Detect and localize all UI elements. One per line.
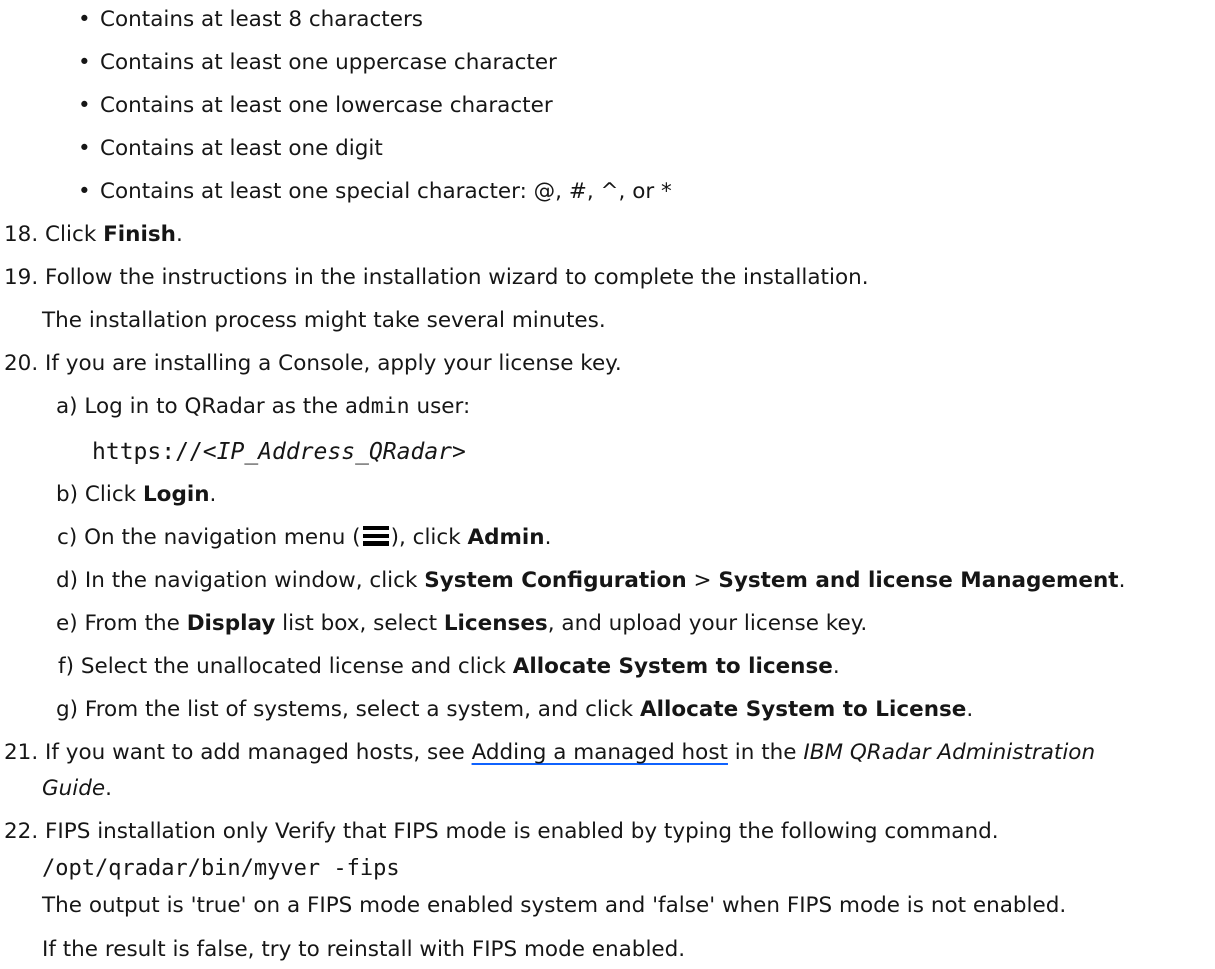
step-text: in the — [727, 740, 804, 765]
bullet: • — [78, 93, 91, 118]
step-21: 21. If you want to add managed hosts, se… — [4, 740, 1095, 766]
guide-title: Guide — [42, 776, 106, 801]
ui-term: Allocate System to License — [639, 697, 967, 722]
substep-text: In the navigation window, click — [84, 568, 425, 593]
substep-text: Log in to QRadar as the — [84, 394, 345, 419]
substep-label: g) — [56, 697, 79, 722]
substep-text: From the list of systems, select a syste… — [84, 697, 640, 722]
punctuation: . — [544, 525, 552, 550]
step-22: 22. FIPS installation only Verify that F… — [4, 819, 999, 845]
guide-title: IBM QRadar Administration — [803, 740, 1096, 765]
ui-term: System and license Management — [718, 568, 1119, 593]
code-admin: admin — [344, 394, 410, 419]
punctuation: . — [175, 222, 183, 247]
fips-output-text: The output is 'true' on a FIPS mode enab… — [42, 893, 1067, 918]
ui-term: Finish — [103, 222, 176, 247]
substep-text: Select the unallocated license and click — [80, 654, 513, 679]
ui-term: Allocate System to license — [512, 654, 833, 679]
step-text: FIPS installation only Verify that FIPS … — [45, 819, 999, 844]
substep-text: user: — [409, 394, 471, 419]
requirement-text: Contains at least one uppercase characte… — [100, 50, 557, 75]
fips-note: If the result is false, try to reinstall… — [42, 937, 686, 962]
step-21-continued: Guide. — [42, 776, 112, 802]
punctuation: . — [832, 654, 840, 679]
substep-text: Click — [84, 482, 143, 507]
substep-c: c) On the navigation menu ( ), click Admi… — [57, 525, 551, 551]
step-number: 22. — [4, 819, 39, 844]
substep-text: On the navigation menu ( — [84, 525, 361, 550]
substep-label: e) — [56, 611, 78, 636]
step-number: 20. — [4, 351, 39, 376]
substep-text: From the — [84, 611, 187, 636]
punctuation: . — [1118, 568, 1126, 593]
ui-term: System Configuration — [424, 568, 687, 593]
list-item: • Contains at least one special character… — [78, 179, 672, 205]
login-url: https://<IP_Address_QRadar> — [92, 439, 466, 467]
list-item: • Contains at least 8 characters — [78, 7, 423, 33]
substep-label: a) — [56, 394, 78, 419]
step-text: Follow the instructions in the installat… — [45, 265, 869, 290]
bullet: • — [78, 179, 91, 204]
list-item: • Contains at least one lowercase charact… — [78, 93, 553, 119]
step-18: 18. Click Finish. — [4, 222, 183, 248]
substep-text: , and upload your license key. — [547, 611, 868, 636]
requirement-text: Contains at least one lowercase characte… — [100, 93, 553, 118]
substep-text: ), click — [390, 525, 468, 550]
substep-f: f) Select the unallocated license and cl… — [58, 654, 840, 680]
substep-e: e) From the Display list box, select Lic… — [56, 611, 867, 637]
step-text: Click — [45, 222, 104, 247]
substep-a: a) Log in to QRadar as the admin user: — [56, 394, 470, 420]
substep-label: b) — [56, 482, 79, 507]
substep-g: g) From the list of systems, select a sy… — [56, 697, 973, 723]
bullet: • — [78, 7, 91, 32]
ui-term: Admin — [467, 525, 545, 550]
punctuation: . — [105, 776, 112, 801]
step-19: 19. Follow the instructions in the insta… — [4, 265, 869, 291]
step-20: 20. If you are installing a Console, app… — [4, 351, 622, 377]
substep-text: list box, select — [275, 611, 444, 636]
ui-term: Login — [142, 482, 210, 507]
step-text: If you want to add managed hosts, see — [45, 740, 472, 765]
bullet: • — [78, 50, 91, 75]
step-number: 19. — [4, 265, 39, 290]
punctuation: . — [209, 482, 217, 507]
step-number: 18. — [4, 222, 39, 247]
adding-managed-host-link[interactable]: Adding a managed host — [472, 740, 728, 765]
requirement-text: Contains at least one digit — [100, 136, 383, 161]
substep-label: c) — [57, 525, 78, 550]
substep-d: d) In the navigation window, click Syste… — [56, 568, 1125, 594]
hamburger-menu-icon — [362, 526, 389, 546]
punctuation: . — [966, 697, 974, 722]
step-number: 21. — [4, 740, 39, 765]
substep-b: b) Click Login. — [56, 482, 216, 508]
requirement-text: Contains at least one special character:… — [100, 179, 672, 204]
fips-command: /opt/qradar/bin/myver -fips — [42, 856, 400, 881]
separator: > — [686, 568, 719, 593]
ui-term: Display — [186, 611, 276, 636]
step-text: If you are installing a Console, apply y… — [45, 351, 622, 376]
url-prefix: https:// — [92, 439, 203, 465]
list-item: • Contains at least one digit — [78, 136, 383, 162]
ui-term: Licenses — [443, 611, 548, 636]
bullet: • — [78, 136, 91, 161]
step-19-note: The installation process might take seve… — [42, 308, 606, 333]
list-item: • Contains at least one uppercase charact… — [78, 50, 557, 76]
substep-label: f) — [58, 654, 74, 679]
substep-label: d) — [56, 568, 79, 593]
requirement-text: Contains at least 8 characters — [100, 7, 423, 32]
url-variable: <IP_Address_QRadar> — [202, 439, 466, 465]
